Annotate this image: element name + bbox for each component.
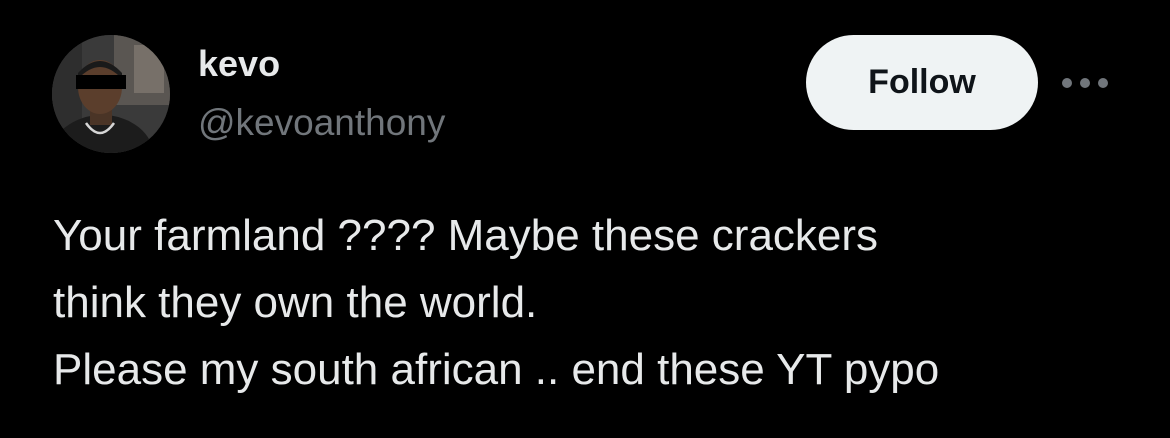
- more-options-button[interactable]: [1060, 68, 1114, 98]
- tweet-text: Your farmland ???? Maybe these crackers …: [53, 202, 1143, 403]
- author-display-name[interactable]: kevo: [198, 42, 280, 86]
- profile-photo-icon: [52, 35, 170, 153]
- tweet-text-line: Your farmland ???? Maybe these crackers: [53, 211, 879, 260]
- tweet-text-line: think they own the world.: [53, 278, 538, 327]
- more-horizontal-icon: [1062, 78, 1108, 88]
- author-handle[interactable]: @kevoanthony: [198, 101, 445, 145]
- tweet-text-line: Please my south african .. end these YT …: [53, 345, 940, 394]
- follow-button[interactable]: Follow: [806, 35, 1038, 130]
- tweet-card: kevo @kevoanthony Follow Your farmland ?…: [0, 0, 1170, 438]
- avatar[interactable]: [52, 35, 170, 153]
